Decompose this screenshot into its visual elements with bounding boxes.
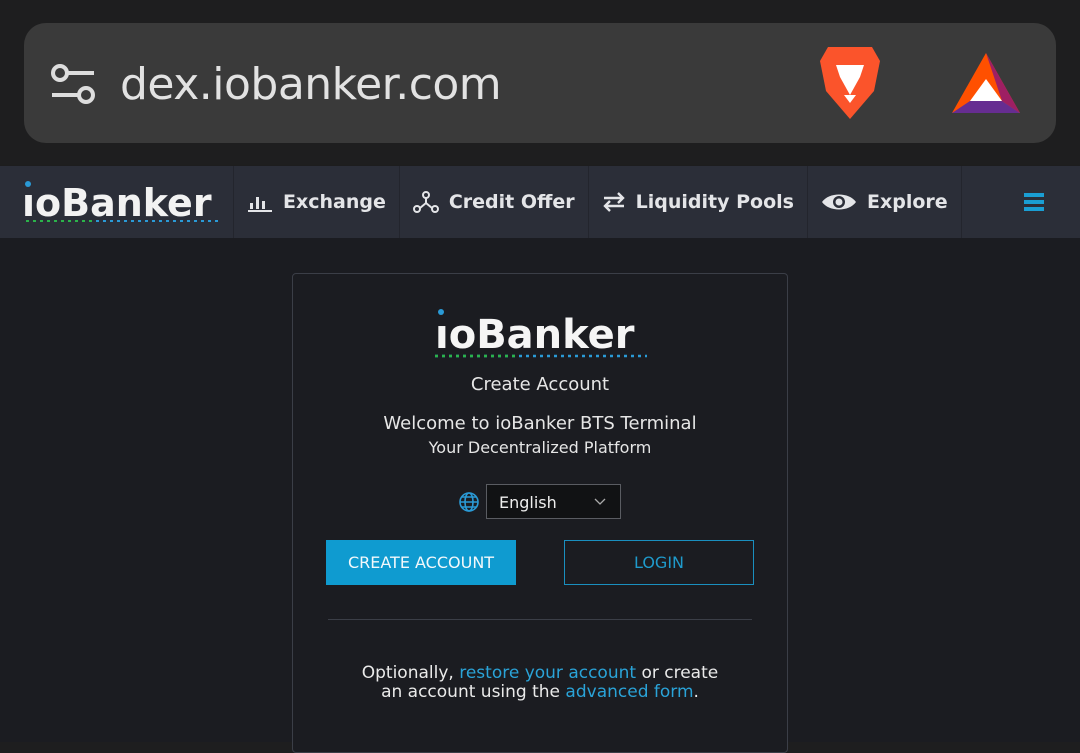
card-iobanker-logo: ıoBanker	[435, 309, 647, 358]
brave-lion-icon[interactable]	[818, 43, 882, 121]
nav-liquidity-pools[interactable]: Liquidity Pools	[589, 166, 808, 238]
bat-triangle-icon[interactable]	[950, 51, 1022, 115]
footer-text: Optionally, restore your account or crea…	[361, 663, 719, 702]
advanced-form-link[interactable]: advanced form	[565, 682, 693, 702]
hamburger-icon	[1024, 193, 1044, 211]
network-icon	[412, 191, 439, 213]
divider	[328, 619, 752, 620]
login-button[interactable]: LOGIN	[564, 540, 754, 585]
subtitle-text: Your Decentralized Platform	[428, 438, 652, 457]
chevron-down-icon	[594, 498, 606, 505]
url-text[interactable]: dex.iobanker.com	[120, 59, 502, 110]
language-select[interactable]: English	[486, 484, 621, 519]
hamburger-menu-button[interactable]	[990, 166, 1080, 238]
eye-icon	[821, 194, 856, 210]
svg-text:ıoBanker: ıoBanker	[435, 312, 635, 358]
iobanker-logo[interactable]: ıoBanker	[0, 166, 234, 238]
nav-explore[interactable]: Explore	[808, 166, 962, 238]
swap-arrows-icon	[602, 192, 625, 212]
browser-chrome: dex.iobanker.com	[0, 0, 1080, 166]
tune-icon[interactable]	[50, 63, 96, 105]
top-nav: ıoBanker Exchange Credit Offer Liquidity…	[0, 166, 1080, 238]
welcome-text: Welcome to ioBanker BTS Terminal	[383, 413, 697, 434]
card-heading: Create Account	[470, 374, 610, 395]
nav-credit-offer[interactable]: Credit Offer	[400, 166, 589, 238]
address-bar[interactable]: dex.iobanker.com	[24, 23, 1056, 143]
nav-exchange[interactable]: Exchange	[234, 166, 400, 238]
main-content: ıoBanker Create Account Welcome to ioBan…	[0, 238, 1080, 753]
create-account-button[interactable]: CREATE ACCOUNT	[326, 540, 516, 585]
bar-chart-icon	[248, 197, 272, 212]
create-account-card: ıoBanker Create Account Welcome to ioBan…	[292, 273, 788, 753]
svg-text:ıoBanker: ıoBanker	[22, 181, 212, 225]
globe-icon	[459, 492, 479, 512]
restore-account-link[interactable]: restore your account	[459, 663, 636, 683]
